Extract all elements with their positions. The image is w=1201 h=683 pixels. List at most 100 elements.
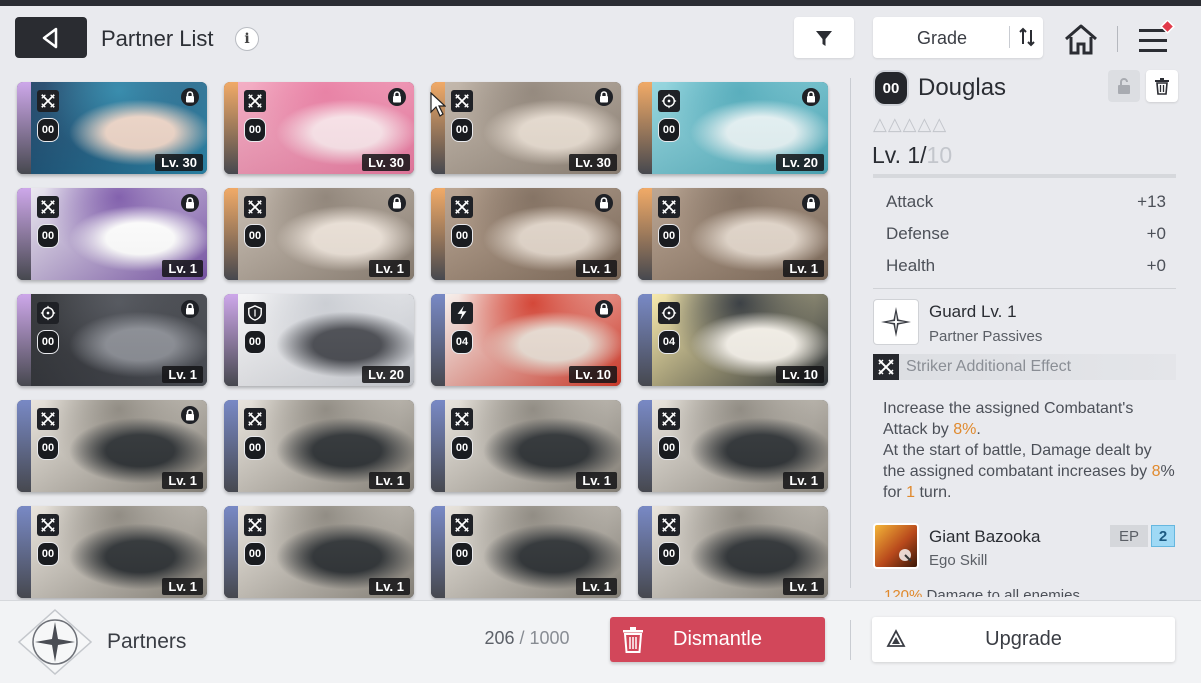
desc-text: .: [976, 421, 981, 438]
lock-icon: [802, 194, 820, 212]
sniper-class-icon: [658, 302, 680, 324]
card-level: Lv. 10: [569, 366, 617, 383]
ego-skill-icon[interactable]: [873, 523, 919, 569]
lock-icon: [388, 88, 406, 106]
partner-card[interactable]: 00 Lv. 30: [17, 82, 207, 174]
home-icon[interactable]: [1063, 22, 1099, 56]
partner-card[interactable]: 04 Lv. 10: [638, 294, 828, 386]
back-button[interactable]: [15, 17, 87, 58]
filter-button[interactable]: [794, 17, 854, 58]
striker-class-icon: [244, 514, 266, 536]
sort-dropdown[interactable]: Grade: [873, 17, 1043, 58]
unlock-icon: [1118, 78, 1130, 94]
desc-text: At the start of battle, Damage dealt by …: [883, 442, 1152, 480]
stat-row-health: Health +0: [873, 250, 1176, 280]
striker-class-icon: [451, 514, 473, 536]
stat-row-attack: Attack +13: [873, 186, 1176, 216]
striker-class-icon: [37, 408, 59, 430]
count-max: 1000: [529, 628, 570, 648]
card-level: Lv. 1: [783, 578, 824, 595]
partner-card[interactable]: 00 Lv. 20: [224, 294, 414, 386]
striker-class-icon: [658, 196, 680, 218]
partner-name: Douglas: [918, 74, 1007, 101]
card-rank-badge: 00: [451, 436, 473, 460]
skill-highlight: 120%: [884, 587, 923, 597]
card-rank-badge: 00: [451, 118, 473, 142]
panel-divider: [850, 78, 851, 588]
card-level: Lv. 20: [362, 366, 410, 383]
ep-label: EP: [1110, 525, 1148, 547]
skill-description-cut: 120% Damage to all enemies: [884, 585, 1174, 597]
level-max: 10: [926, 142, 953, 168]
passive-skill-icon[interactable]: [873, 299, 919, 345]
card-level: Lv. 1: [576, 578, 617, 595]
top-edge: [0, 0, 1201, 6]
partner-card[interactable]: 04 Lv. 10: [431, 294, 621, 386]
partner-card[interactable]: 00 Lv. 20: [638, 82, 828, 174]
partner-card[interactable]: 00 Lv. 1: [431, 400, 621, 492]
card-rank-badge: 00: [244, 224, 266, 248]
partners-emblem-icon: [17, 608, 93, 676]
partner-card[interactable]: 00 Lv. 1: [224, 400, 414, 492]
passive-description: Increase the assigned Combatant's Attack…: [883, 398, 1178, 503]
partner-count: 206 / 1000: [468, 628, 586, 652]
upgrade-icon: [886, 629, 906, 647]
upgrade-button[interactable]: Upgrade: [872, 617, 1175, 662]
dismantle-button[interactable]: Dismantle: [610, 617, 825, 662]
trash-icon: [623, 627, 643, 653]
card-rank-badge: 00: [37, 542, 59, 566]
partner-level: Lv. 1/10: [872, 142, 952, 169]
partner-card[interactable]: 00 Lv. 1: [638, 188, 828, 280]
lock-icon: [388, 194, 406, 212]
partner-card[interactable]: 00 Lv. 1: [431, 188, 621, 280]
partner-card[interactable]: 00 Lv. 1: [431, 506, 621, 598]
partner-card[interactable]: 00 Lv. 1: [224, 188, 414, 280]
lock-toggle-button[interactable]: [1108, 70, 1140, 102]
info-icon[interactable]: i: [235, 27, 259, 51]
skill-text: Damage to all enemies: [922, 587, 1080, 597]
card-level: Lv. 1: [783, 472, 824, 489]
lock-icon: [595, 194, 613, 212]
desc-highlight: 8: [1151, 463, 1161, 480]
stat-label: Defense: [886, 224, 950, 243]
desc-highlight: 1: [906, 484, 916, 501]
partner-card[interactable]: 00 Lv. 30: [224, 82, 414, 174]
stat-divider: [873, 288, 1176, 289]
card-level: Lv. 30: [569, 154, 617, 171]
partner-card[interactable]: 00 Lv. 1: [17, 188, 207, 280]
card-level: Lv. 1: [162, 366, 203, 383]
striker-class-icon: [244, 196, 266, 218]
delete-button[interactable]: [1146, 70, 1178, 102]
lock-icon: [595, 88, 613, 106]
stat-row-defense: Defense +0: [873, 218, 1176, 248]
sniper-class-icon: [658, 90, 680, 112]
card-level: Lv. 10: [776, 366, 824, 383]
card-level: Lv. 1: [576, 260, 617, 277]
partner-card[interactable]: 00 Lv. 1: [638, 506, 828, 598]
card-rank-badge: 00: [451, 224, 473, 248]
desc-highlight: 8%: [953, 421, 977, 438]
skill-subtitle: Ego Skill: [929, 552, 988, 569]
card-rank-badge: 04: [658, 330, 680, 354]
sort-order-icon[interactable]: [1015, 25, 1039, 49]
stat-value: +13: [1137, 192, 1166, 211]
partner-card[interactable]: 00 Lv. 1: [638, 400, 828, 492]
partner-card[interactable]: 00 Lv. 1: [17, 294, 207, 386]
partner-card[interactable]: 00 Lv. 1: [224, 506, 414, 598]
partner-card[interactable]: 00 Lv. 30: [431, 82, 621, 174]
lock-icon: [595, 300, 613, 318]
card-rank-badge: 00: [658, 118, 680, 142]
desc-text: turn.: [915, 484, 952, 501]
striker-class-icon: [451, 90, 473, 112]
partner-card[interactable]: 00 Lv. 1: [17, 400, 207, 492]
filter-icon: [816, 30, 832, 46]
partner-card[interactable]: 00 Lv. 1: [17, 506, 207, 598]
striker-class-icon: [244, 408, 266, 430]
menu-icon[interactable]: [1137, 20, 1177, 56]
card-level: Lv. 1: [369, 472, 410, 489]
striker-class-icon: [658, 408, 680, 430]
detail-rank-badge: 00: [873, 70, 909, 106]
card-rank-badge: 04: [451, 330, 473, 354]
striker-icon: [873, 354, 899, 380]
page-title: Partner List: [101, 26, 214, 51]
